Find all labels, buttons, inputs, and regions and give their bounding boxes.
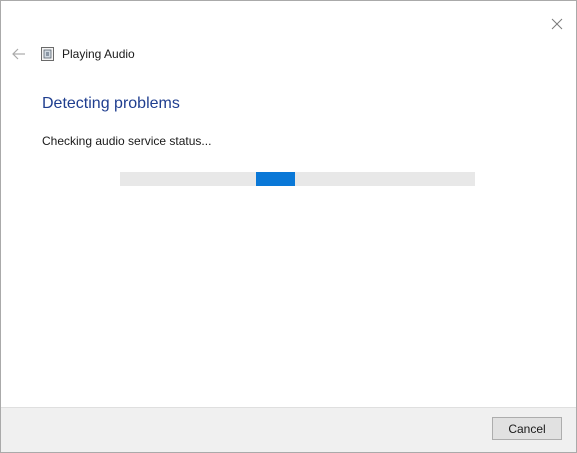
cancel-button[interactable]: Cancel: [492, 417, 562, 440]
back-arrow-icon: [12, 48, 25, 60]
window-title: Playing Audio: [62, 47, 135, 61]
troubleshooter-window: Playing Audio Detecting problems Checkin…: [0, 0, 577, 453]
status-message: Checking audio service status...: [42, 134, 212, 148]
close-button[interactable]: [545, 12, 569, 36]
close-icon: [551, 18, 563, 30]
troubleshooter-icon: [41, 47, 54, 61]
footer-bar: Cancel: [1, 407, 576, 452]
back-button[interactable]: [9, 44, 29, 64]
progress-bar: [120, 172, 475, 186]
page-heading: Detecting problems: [42, 95, 180, 112]
progress-indicator: [256, 172, 295, 186]
